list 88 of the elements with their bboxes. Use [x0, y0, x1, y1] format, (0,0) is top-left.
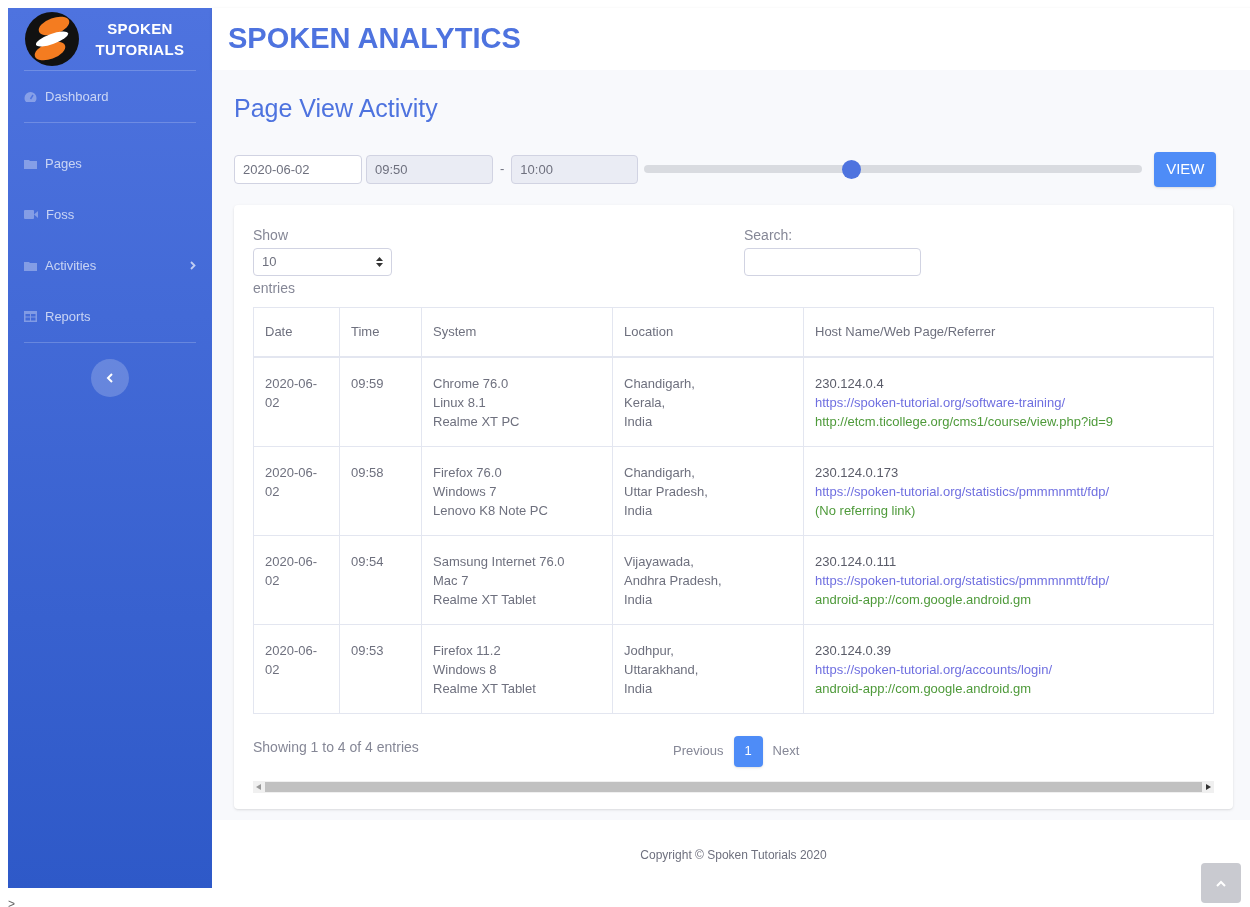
page-size-select[interactable]: 10: [253, 247, 392, 276]
chevron-up-icon: [1216, 879, 1226, 887]
date-text: 2020-06-02: [265, 463, 319, 501]
system-text: Firefox 76.0: [433, 463, 503, 482]
search-label: Search:: [744, 225, 793, 245]
page-link[interactable]: https://spoken-tutorial.org/statistics/pmmmnmtt/fdp/: [815, 570, 1202, 590]
date-text: 2020-06-02: [265, 552, 319, 590]
app-title: SPOKEN ANALYTICS: [228, 21, 521, 57]
host-text: 230.124.0.4: [815, 375, 885, 393]
column-header[interactable]: Location: [612, 307, 804, 357]
sidebar-item[interactable]: Dashboard: [24, 71, 196, 122]
page-button[interactable]: 1: [733, 735, 763, 767]
corner-text: >: [8, 897, 15, 907]
system-text: Mac 7: [433, 571, 470, 590]
location-text: Uttarakhand,: [624, 660, 700, 679]
host-text: 230.124.0.111: [815, 552, 898, 571]
brand-name: SPOKEN TUTORIALS: [94, 19, 186, 60]
system-text: Samsung Internet 76.0: [433, 552, 566, 571]
scroll-left-icon[interactable]: [256, 783, 261, 790]
referrer-text: http://etcm.ticollege.org/cms1/course/view.php?id=9: [815, 413, 1115, 431]
location-text: India: [624, 413, 654, 431]
view-button[interactable]: VIEW: [1154, 151, 1217, 187]
location-text: Kerala,: [624, 394, 667, 412]
slider-thumb[interactable]: [842, 159, 861, 179]
referrer-text: (No referring link): [815, 501, 917, 520]
folder-icon: [24, 158, 37, 169]
location-text: India: [624, 590, 654, 609]
copyright-text: Copyright © Spoken Tutorials 2020: [640, 847, 827, 864]
sidebar-item[interactable]: Reports: [24, 291, 196, 342]
sort-arrows-icon: [376, 256, 383, 267]
system-text: Realme XT Tablet: [433, 679, 537, 698]
logo-icon: [24, 11, 80, 67]
location-text: Andhra Pradesh,: [624, 571, 723, 590]
time-text: 09:59: [351, 375, 385, 393]
time-text: 09:58: [351, 463, 385, 482]
entries-label: entries: [253, 278, 296, 298]
date-text: 2020-06-02: [265, 641, 319, 679]
location-text: Jodhpur,: [624, 641, 675, 660]
time-text: 09:54: [351, 552, 385, 571]
date-field[interactable]: 2020-06-02: [234, 154, 362, 184]
column-header[interactable]: Time: [339, 307, 422, 357]
page-button[interactable]: Next: [772, 735, 800, 767]
page-button[interactable]: Previous: [673, 735, 724, 767]
table-info: Showing 1 to 4 of 4 entries: [253, 737, 420, 757]
table-icon: [24, 311, 37, 322]
system-text: Windows 7: [433, 482, 498, 501]
system-text: Lenovo K8 Note PC: [433, 501, 549, 520]
date-text: 2020-06-02: [265, 375, 319, 412]
system-text: Realme XT Tablet: [433, 590, 537, 609]
sidebar-item[interactable]: Pages: [24, 138, 196, 189]
referrer-text: android-app://com.google.android.gm: [815, 590, 1033, 609]
location-text: Vijayawada,: [624, 552, 695, 571]
scroll-to-top-button[interactable]: [1201, 863, 1241, 903]
system-text: Firefox 11.2: [433, 641, 502, 660]
time-slider[interactable]: [644, 159, 1143, 179]
page-link[interactable]: https://spoken-tutorial.org/software-training/: [815, 393, 1202, 412]
referrer-text: android-app://com.google.android.gm: [815, 679, 1033, 698]
column-header[interactable]: Date: [253, 307, 340, 357]
time-text: 09:53: [351, 641, 385, 660]
location-text: Uttar Pradesh,: [624, 482, 709, 501]
collapse-button[interactable]: [91, 359, 129, 397]
video-camera-icon: [24, 210, 38, 219]
location-text: Chandigarh,: [624, 463, 696, 482]
system-text: Linux 8.1: [433, 394, 487, 412]
location-text: Chandigarh,: [624, 375, 696, 393]
host-text: 230.124.0.173: [815, 463, 900, 482]
gauge-icon: [24, 90, 37, 103]
system-text: Realme XT PC: [433, 413, 521, 431]
location-text: India: [624, 679, 654, 698]
system-text: Windows 8: [433, 660, 498, 679]
sidebar-item[interactable]: Activities: [24, 240, 196, 291]
page-link[interactable]: https://spoken-tutorial.org/statistics/pmmmnmtt/fdp/: [815, 481, 1202, 501]
host-text: 230.124.0.39: [815, 641, 892, 660]
search-field[interactable]: [744, 247, 921, 276]
scroll-right-icon[interactable]: [1206, 783, 1211, 790]
chevron-left-icon: [106, 373, 114, 383]
column-header[interactable]: Host Name/Web Page/Referrer: [803, 307, 1214, 357]
system-text: Chrome 76.0: [433, 375, 510, 393]
range-separator: -: [499, 160, 506, 179]
show-label: Show: [253, 225, 289, 245]
page-link[interactable]: https://spoken-tutorial.org/accounts/login/: [815, 659, 1202, 679]
chevron-right-icon: [190, 261, 196, 270]
page-title: Page View Activity: [234, 93, 439, 124]
horizontal-scrollbar[interactable]: [253, 780, 1214, 793]
sidebar-item[interactable]: Foss: [24, 189, 196, 240]
folder-icon: [24, 260, 37, 271]
column-header[interactable]: System: [421, 307, 613, 357]
location-text: India: [624, 501, 654, 520]
